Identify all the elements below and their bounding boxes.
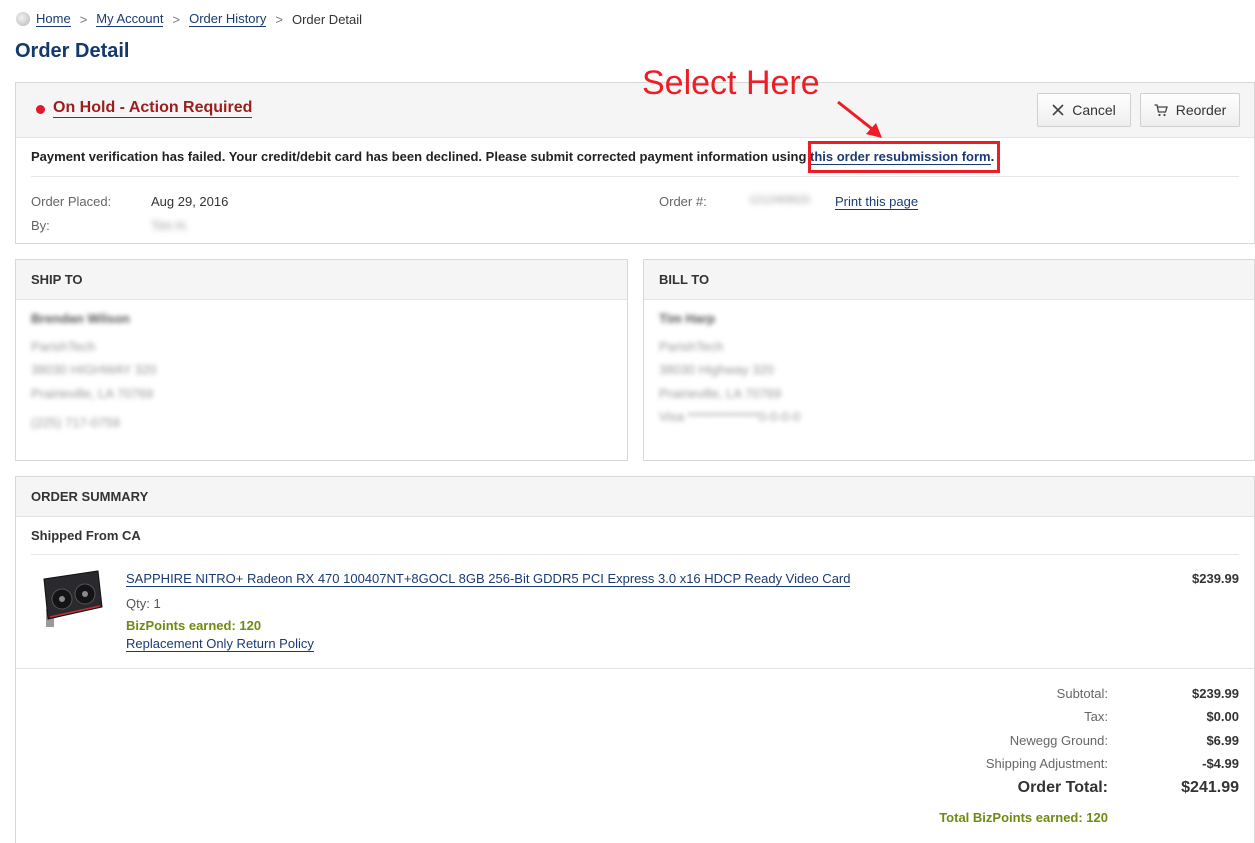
ship-to-phone: (225) 717-0759: [31, 415, 120, 430]
return-policy-link[interactable]: Replacement Only Return Policy: [126, 636, 314, 652]
status-dot-icon: [36, 105, 45, 114]
bill-to-name: Tim Harp: [659, 311, 716, 326]
ship-to-title: SHIP TO: [31, 272, 83, 287]
breadcrumb: Home > My Account > Order History > Orde…: [16, 11, 362, 27]
page-title: Order Detail: [15, 40, 130, 62]
breadcrumb-home-link[interactable]: Home: [36, 11, 71, 27]
tax-label: Tax:: [1084, 709, 1108, 724]
order-total-value: $241.99: [1181, 779, 1239, 796]
bill-to-city: Prairieville, LA 70769: [659, 386, 782, 401]
bill-to-street: 38030 Highway 320: [659, 362, 774, 377]
reorder-button-label: Reorder: [1175, 102, 1227, 118]
breadcrumb-current: Order Detail: [291, 11, 363, 27]
annotation-arrow-icon: [837, 100, 882, 138]
order-number-value: 1212469620: [749, 194, 811, 206]
shipping-adjustment-value: -$4.99: [1202, 756, 1239, 771]
status-title[interactable]: On Hold - Action Required: [53, 99, 253, 118]
divider: [31, 554, 1239, 555]
subtotal-label: Subtotal:: [1056, 686, 1108, 701]
ship-to-city: Prairieville, LA 70769: [31, 386, 154, 401]
total-bizpoints: Total BizPoints earned: 120: [939, 810, 1108, 825]
order-placed-value: Aug 29, 2016: [151, 194, 229, 209]
divider: [31, 176, 1239, 177]
subtotal-value: $239.99: [1192, 686, 1239, 701]
product-qty: Qty: 1: [126, 596, 161, 611]
cart-icon: [1154, 103, 1168, 116]
order-status-panel: On Hold - Action Required Cancel Reorder…: [15, 82, 1255, 244]
shipped-from-label: Shipped From CA: [31, 528, 141, 543]
payment-failed-text: Payment verification has failed. Your cr…: [31, 149, 811, 164]
select-here-annotation: Select Here: [642, 64, 820, 102]
breadcrumb-separator: >: [275, 11, 283, 27]
ship-to-name: Brendan Wilson: [31, 311, 130, 326]
ship-to-header: SHIP TO: [16, 260, 627, 300]
reorder-button[interactable]: Reorder: [1140, 93, 1240, 127]
divider: [16, 668, 1254, 669]
ordered-by-value: Tim H.: [151, 218, 189, 233]
order-summary-title: ORDER SUMMARY: [31, 489, 149, 504]
ship-to-street: 38030 HIGHWAY 320: [31, 362, 157, 377]
bill-to-panel: BILL TO Tim Harp ParishTech 38030 Highwa…: [643, 259, 1255, 461]
bill-to-title: BILL TO: [659, 272, 710, 287]
breadcrumb-account-link[interactable]: My Account: [96, 11, 164, 27]
product-price: $239.99: [1192, 571, 1239, 586]
print-page-link[interactable]: Print this page: [835, 194, 919, 210]
order-summary-header: ORDER SUMMARY: [16, 477, 1254, 517]
home-globe-icon: [16, 12, 30, 26]
breadcrumb-separator: >: [79, 11, 88, 27]
shipping-adjustment-label: Shipping Adjustment:: [985, 756, 1108, 771]
order-summary-panel: ORDER SUMMARY Shipped From CA SAPPHIRE N…: [15, 476, 1255, 843]
product-bizpoints: BizPoints earned: 120: [126, 618, 262, 633]
graphics-card-thumbnail[interactable]: [40, 569, 104, 631]
cancel-button-label: Cancel: [1072, 102, 1116, 118]
annotation-highlight-box: [808, 141, 1000, 173]
order-total-label: Order Total:: [1017, 779, 1108, 796]
breadcrumb-history-link[interactable]: Order History: [189, 11, 267, 27]
shipping-value: $6.99: [1206, 733, 1239, 748]
bill-to-card: Visa **************0-0-0-0: [659, 409, 801, 424]
tax-value: $0.00: [1206, 709, 1239, 724]
status-header: On Hold - Action Required Cancel Reorder: [16, 83, 1254, 138]
ordered-by-label: By:: [31, 218, 50, 233]
cancel-button[interactable]: Cancel: [1037, 93, 1131, 127]
ship-to-panel: SHIP TO Brendan Wilson ParishTech 38030 …: [15, 259, 628, 461]
order-placed-label: Order Placed:: [31, 194, 112, 209]
ship-to-company: ParishTech: [31, 339, 96, 354]
close-x-icon: [1052, 104, 1064, 116]
bill-to-header: BILL TO: [644, 260, 1254, 300]
breadcrumb-separator: >: [172, 11, 181, 27]
product-name-link[interactable]: SAPPHIRE NITRO+ Radeon RX 470 100407NT+8…: [126, 571, 851, 587]
shipping-label: Newegg Ground:: [1009, 733, 1108, 748]
bill-to-company: ParishTech: [659, 339, 724, 354]
order-number-label: Order #:: [659, 194, 707, 209]
